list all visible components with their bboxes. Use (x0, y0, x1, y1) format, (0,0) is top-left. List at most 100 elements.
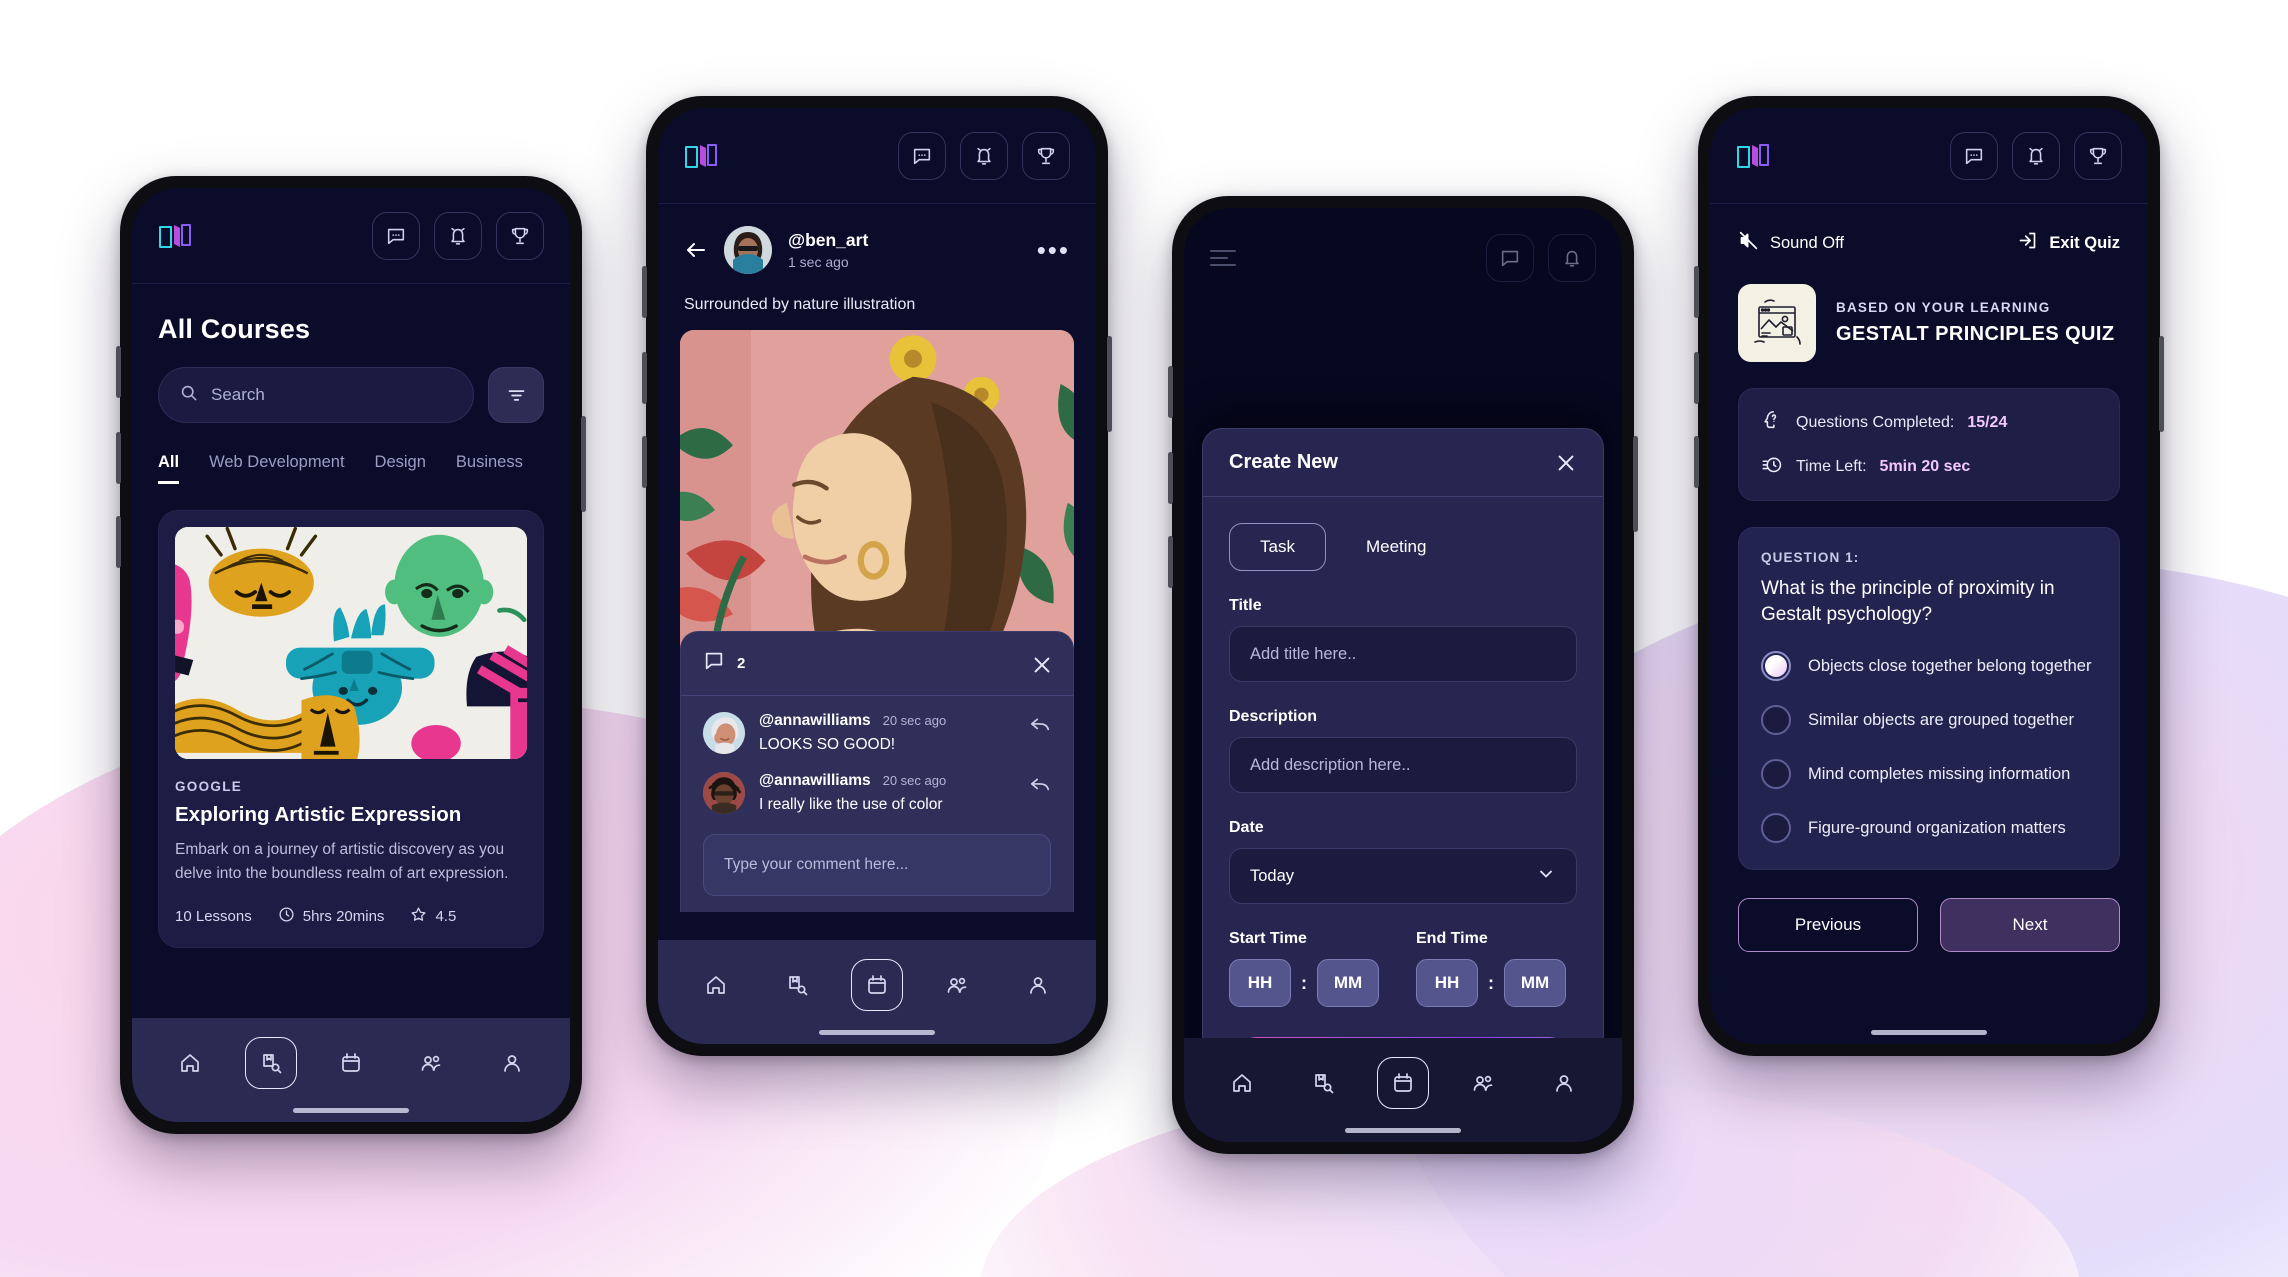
notifications-button[interactable] (2012, 131, 2060, 180)
previous-button[interactable]: Previous (1738, 898, 1918, 953)
type-segmented-control: Task Meeting (1229, 523, 1577, 571)
start-time-label: Start Time (1229, 930, 1307, 947)
course-rating: 4.5 (435, 908, 457, 926)
nav-profile[interactable] (486, 1037, 538, 1089)
option-1[interactable]: Objects close together belong together (1761, 651, 2097, 682)
tab-business[interactable]: Business (456, 453, 523, 484)
segment-meeting[interactable]: Meeting (1336, 524, 1456, 570)
messages-button[interactable] (898, 131, 946, 180)
back-arrow-icon[interactable] (684, 238, 708, 262)
notifications-button[interactable] (1548, 234, 1596, 282)
home-indicator (293, 1108, 409, 1113)
messages-button[interactable] (1950, 131, 1998, 180)
radio-icon[interactable] (1761, 705, 1791, 736)
comment-text: I really like the use of color (759, 796, 943, 813)
achievements-button[interactable] (2074, 131, 2122, 180)
create-new-modal: Create New Task Meeting Title Add title … (1202, 428, 1604, 1120)
option-label: Figure-ground organization matters (1808, 819, 2066, 838)
achievements-button[interactable] (496, 211, 544, 260)
tab-web-development[interactable]: Web Development (209, 453, 344, 484)
exit-quiz-button[interactable]: Exit Quiz (2017, 230, 2120, 256)
reply-icon[interactable] (1029, 772, 1051, 794)
messages-button[interactable] (372, 211, 420, 260)
reply-icon[interactable] (1029, 712, 1051, 734)
nav-profile[interactable] (1012, 959, 1064, 1011)
course-card[interactable]: GOOGLE Exploring Artistic Expression Emb… (158, 510, 544, 949)
nav-community[interactable] (931, 959, 983, 1011)
nav-home[interactable] (164, 1037, 216, 1089)
stat-label: Questions Completed: (1796, 413, 1955, 431)
nav-profile[interactable] (1538, 1057, 1590, 1109)
nav-courses[interactable] (771, 959, 823, 1011)
filter-icon[interactable] (488, 367, 544, 423)
nav-courses[interactable] (244, 1037, 297, 1089)
nav-home[interactable] (1216, 1057, 1268, 1109)
segment-task[interactable]: Task (1229, 523, 1326, 571)
tab-all[interactable]: All (158, 453, 180, 484)
title-label: Title (1229, 597, 1262, 614)
home-indicator (1871, 1030, 1987, 1035)
nav-calendar[interactable] (1376, 1057, 1429, 1109)
description-placeholder: Add description here.. (1250, 755, 1411, 774)
chevron-down-icon (1536, 864, 1556, 889)
option-label: Mind completes missing information (1808, 765, 2071, 784)
comment-username: @annawilliams (759, 772, 871, 789)
more-dots-icon[interactable]: ••• (1037, 237, 1070, 263)
nav-community[interactable] (405, 1037, 457, 1089)
search-placeholder: Search (211, 385, 265, 404)
nav-calendar[interactable] (325, 1037, 377, 1089)
search-input[interactable]: Search (158, 367, 474, 423)
comments-header: 2 (681, 632, 1073, 696)
option-3[interactable]: Mind completes missing information (1761, 759, 2097, 790)
start-time-fields: HH : MM (1229, 959, 1390, 1007)
bottom-navigation (658, 940, 1096, 1044)
close-icon[interactable] (1555, 452, 1577, 474)
sound-label: Sound Off (1770, 233, 1845, 252)
messages-button[interactable] (1486, 234, 1534, 282)
option-4[interactable]: Figure-ground organization matters (1761, 813, 2097, 844)
notifications-button[interactable] (960, 131, 1008, 180)
comments-panel: 2 @annawilliams 20 sec ago LOOKS SO GOOD… (680, 631, 1074, 912)
achievements-button[interactable] (1022, 131, 1070, 180)
screen-quiz: Sound Off Exit Quiz BASED ON YOUR LEARNI… (1710, 108, 2148, 1044)
time-separator: : (1301, 972, 1307, 993)
quiz-title: GESTALT PRINCIPLES QUIZ (1836, 323, 2115, 345)
modal-body: Task Meeting Title Add title here.. Desc… (1203, 497, 1603, 1007)
end-minute-input[interactable]: MM (1504, 959, 1566, 1007)
notifications-button[interactable] (434, 211, 482, 260)
radio-selected-icon[interactable] (1761, 651, 1791, 682)
phone-mockup-courses: All Courses Search All Web Development D… (116, 176, 586, 1134)
hamburger-icon[interactable] (1210, 245, 1236, 271)
tab-design[interactable]: Design (375, 453, 426, 484)
question-text: What is the principle of proximity in Ge… (1761, 578, 2055, 625)
stat-value: 5min 20 sec (1879, 457, 1971, 475)
next-button[interactable]: Next (1940, 898, 2120, 953)
start-minute-input[interactable]: MM (1317, 959, 1379, 1007)
nav-courses[interactable] (1297, 1057, 1349, 1109)
radio-icon[interactable] (1761, 813, 1791, 844)
end-hour-input[interactable]: HH (1416, 959, 1478, 1007)
option-2[interactable]: Similar objects are grouped together (1761, 705, 2097, 736)
title-input[interactable]: Add title here.. (1229, 626, 1577, 682)
sound-toggle[interactable]: Sound Off (1738, 230, 1844, 256)
radio-icon[interactable] (1761, 759, 1791, 790)
stat-questions-completed: Questions Completed: 15/24 (1761, 409, 2097, 436)
avatar (724, 226, 772, 274)
comment-top: @annawilliams 20 sec ago (759, 712, 1015, 730)
close-icon[interactable] (1031, 654, 1051, 674)
start-hour-input[interactable]: HH (1229, 959, 1291, 1007)
nav-community[interactable] (1457, 1057, 1509, 1109)
home-indicator (819, 1030, 935, 1035)
description-input[interactable]: Add description here.. (1229, 737, 1577, 793)
date-select[interactable]: Today (1229, 848, 1577, 904)
timer-icon (1761, 453, 1783, 480)
home-indicator (1345, 1128, 1461, 1133)
nav-home[interactable] (690, 959, 742, 1011)
comment-body: @annawilliams 20 sec ago LOOKS SO GOOD! (759, 712, 1015, 754)
course-duration-wrap: 5hrs 20mins (278, 906, 384, 927)
quiz-navigation: Previous Next (1710, 870, 2148, 953)
star-icon (410, 906, 427, 927)
end-time-fields: HH : MM (1416, 959, 1577, 1007)
nav-calendar[interactable] (850, 959, 903, 1011)
comment-input[interactable]: Type your comment here... (703, 834, 1051, 896)
